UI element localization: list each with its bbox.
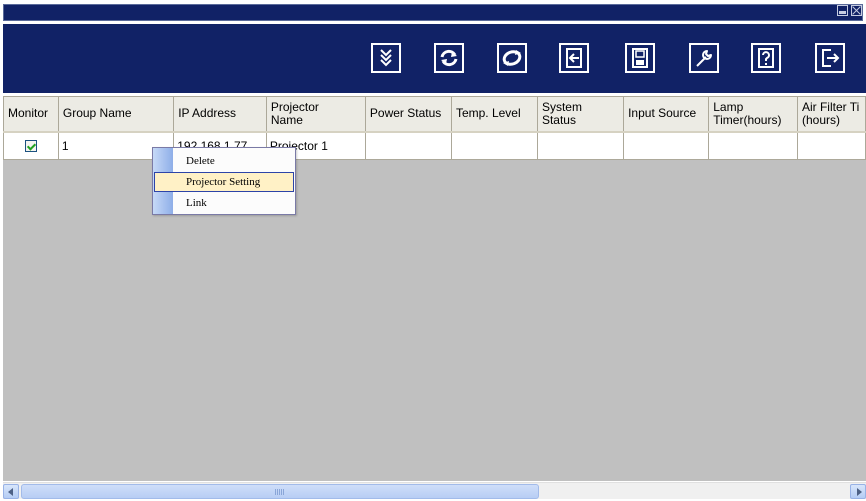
table-header-row: Monitor Group Name IP Address Projector N… (3, 96, 866, 133)
column-header-input-source[interactable]: Input Source (623, 96, 710, 133)
close-icon[interactable] (851, 5, 862, 16)
column-header-system-status[interactable]: System Status (536, 96, 625, 133)
sync-button[interactable] (497, 43, 527, 73)
menu-item-delete[interactable]: Delete (154, 151, 294, 171)
menu-item-projector-setting[interactable]: Projector Setting (154, 172, 294, 192)
projector-table: Monitor Group Name IP Address Projector N… (3, 96, 866, 160)
input-source-cell[interactable] (623, 131, 710, 160)
monitor-checkbox[interactable] (24, 139, 37, 152)
toolbar (3, 24, 866, 93)
column-header-ip-address[interactable]: IP Address (173, 96, 267, 133)
sync-icon (502, 50, 522, 66)
context-menu: Delete Projector Setting Link (152, 147, 296, 215)
import-icon (566, 48, 582, 68)
menu-item-link[interactable]: Link (154, 193, 294, 213)
column-header-monitor[interactable]: Monitor (3, 96, 59, 133)
column-header-temp-level[interactable]: Temp. Level (450, 96, 538, 133)
column-header-lamp-timer[interactable]: Lamp Timer(hours) (708, 96, 798, 133)
refresh-button[interactable] (434, 43, 464, 73)
monitor-cell (3, 131, 59, 160)
scrollbar-grip-icon (275, 489, 284, 495)
exit-button[interactable] (815, 43, 845, 73)
title-bar (0, 0, 866, 24)
scroll-right-icon[interactable] (850, 484, 866, 499)
column-header-group-name[interactable]: Group Name (57, 96, 175, 133)
column-header-projector-name[interactable]: Projector Name (265, 96, 366, 133)
system-status-cell[interactable] (536, 131, 625, 160)
save-button[interactable] (625, 43, 655, 73)
help-icon (758, 48, 774, 68)
column-header-power-status[interactable]: Power Status (364, 96, 452, 133)
scrollbar-thumb[interactable] (21, 484, 539, 499)
scroll-left-icon[interactable] (3, 484, 19, 499)
help-button[interactable] (751, 43, 781, 73)
power-status-cell[interactable] (364, 131, 452, 160)
settings-button[interactable] (689, 43, 719, 73)
wrench-icon (696, 50, 712, 67)
exit-icon (822, 49, 840, 67)
minimize-icon[interactable] (837, 5, 848, 16)
save-icon (632, 48, 648, 68)
search-button[interactable] (371, 43, 401, 73)
refresh-icon (440, 49, 458, 67)
table-row[interactable]: 1 192.168.1.77 Projector 1 (3, 131, 866, 160)
air-filter-cell[interactable] (796, 131, 866, 160)
horizontal-scrollbar[interactable] (3, 482, 866, 499)
lamp-timer-cell[interactable] (708, 131, 798, 160)
import-button[interactable] (559, 43, 589, 73)
search-down-arrows-icon (380, 49, 392, 67)
temp-level-cell[interactable] (450, 131, 538, 160)
projector-grid[interactable]: Monitor Group Name IP Address Projector N… (0, 96, 866, 481)
title-bar-fill (3, 4, 863, 21)
column-header-air-filter[interactable]: Air Filter Ti (hours) (796, 96, 866, 133)
